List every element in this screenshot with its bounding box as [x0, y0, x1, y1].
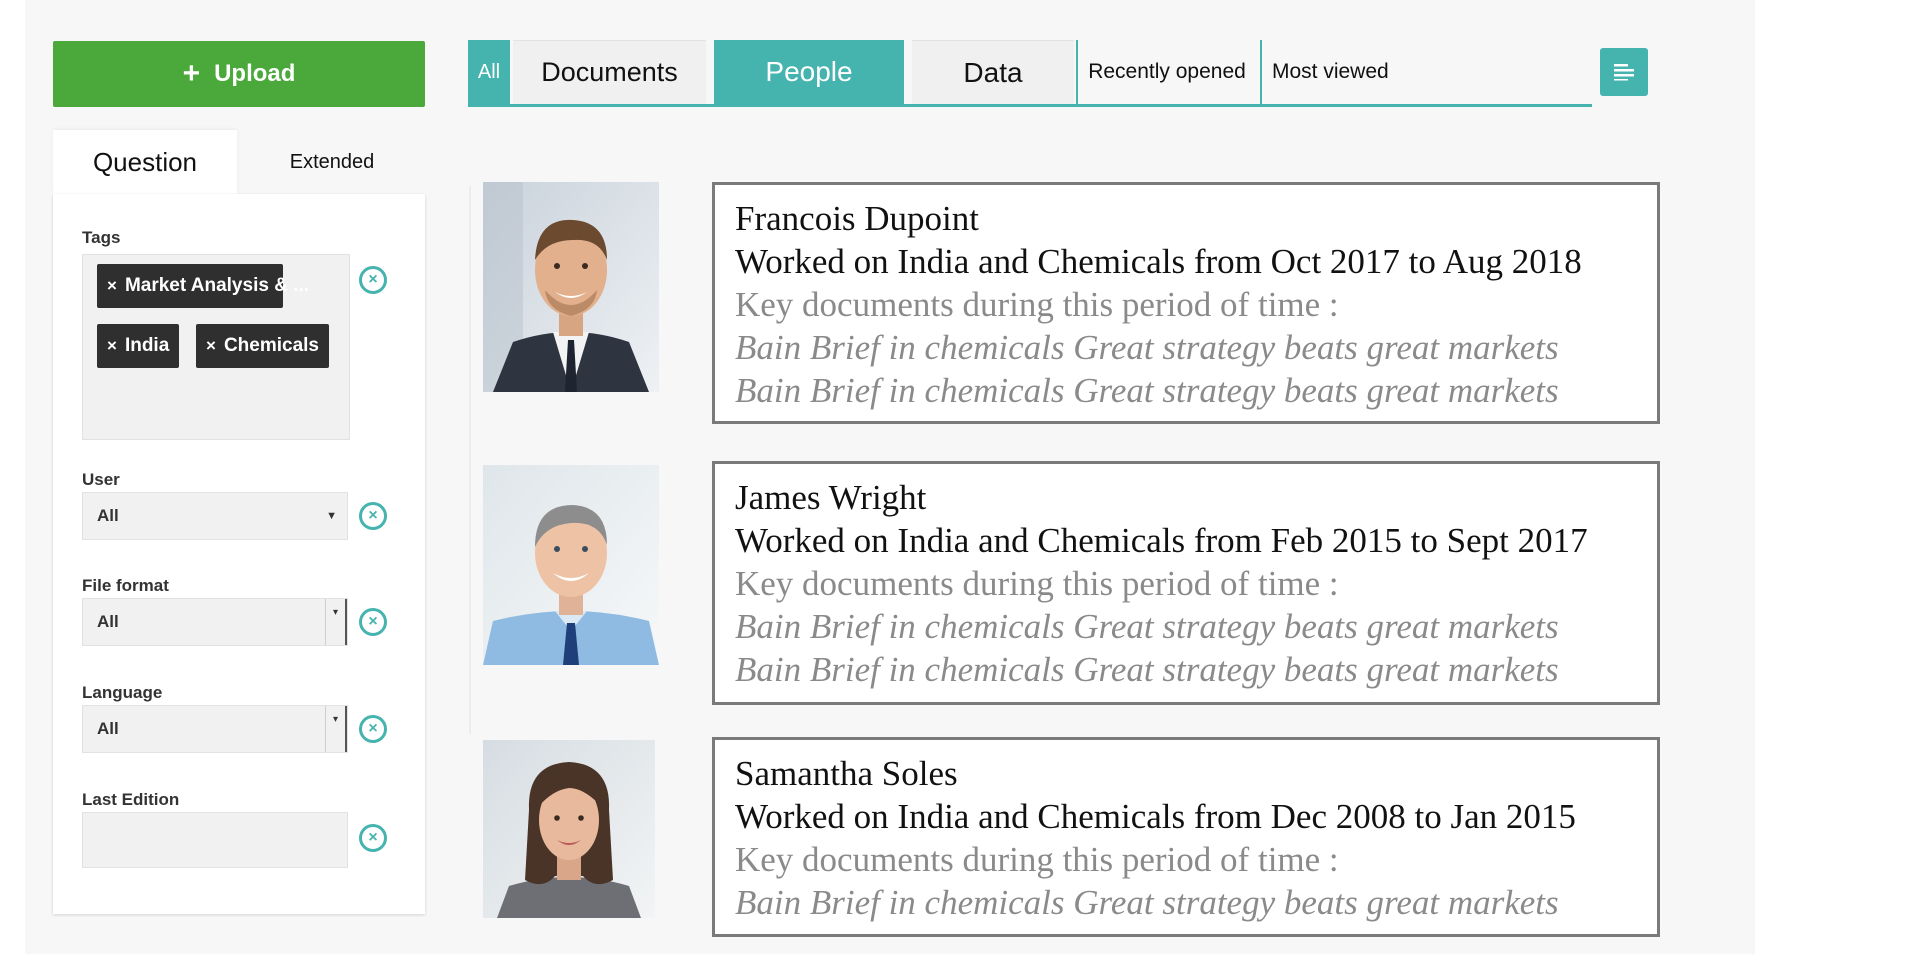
person-work-period: Worked on India and Chemicals from Dec 2…: [735, 797, 1576, 836]
filter-panel: Tags × Market Analysis & ... × India × C…: [53, 194, 425, 914]
key-documents-heading: Key documents during this period of time…: [735, 840, 1339, 879]
dropdown-arrow-icon[interactable]: ▾: [325, 706, 347, 752]
tags-input[interactable]: × Market Analysis & ... × India × Chemic…: [82, 254, 350, 440]
key-document-link[interactable]: Bain Brief in chemicals Great strategy b…: [735, 326, 1637, 369]
person-work-period: Worked on India and Chemicals from Oct 2…: [735, 242, 1582, 281]
person-photo-francois: [483, 182, 659, 392]
person-name[interactable]: Francois Dupoint: [735, 197, 1637, 240]
clear-language-icon[interactable]: ×: [359, 715, 387, 743]
person-name[interactable]: James Wright: [735, 476, 1637, 519]
clear-file-format-icon[interactable]: ×: [359, 608, 387, 636]
user-select-value: All: [97, 506, 119, 525]
key-document-link[interactable]: Bain Brief in chemicals Great strategy b…: [735, 369, 1637, 412]
person-photo-samantha: [483, 740, 655, 918]
tab-people[interactable]: People: [714, 40, 904, 104]
user-label: User: [82, 470, 120, 489]
plus-icon: +: [182, 57, 201, 90]
last-edition-input[interactable]: [82, 812, 348, 868]
person-work-period: Worked on India and Chemicals from Feb 2…: [735, 521, 1588, 560]
upload-button[interactable]: + Upload: [53, 41, 425, 107]
language-select[interactable]: All ▾: [82, 705, 348, 753]
file-format-label: File format: [82, 576, 169, 595]
tab-bar-underline: [468, 104, 1592, 107]
tab-recently-opened[interactable]: Recently opened: [1076, 40, 1256, 104]
upload-label: Upload: [214, 60, 296, 87]
language-select-value: All: [97, 719, 119, 738]
tab-most-viewed[interactable]: Most viewed: [1260, 40, 1400, 104]
clear-user-icon[interactable]: ×: [359, 502, 387, 530]
person-name[interactable]: Samantha Soles: [735, 752, 1637, 795]
dropdown-arrow-icon[interactable]: ▾: [325, 599, 347, 645]
remove-tag-icon[interactable]: ×: [107, 276, 117, 296]
person-card-francois[interactable]: Francois Dupoint Worked on India and Che…: [712, 182, 1660, 424]
clear-last-edition-icon[interactable]: ×: [359, 824, 387, 852]
key-documents-heading: Key documents during this period of time…: [735, 285, 1339, 324]
tag-chip-india: × India: [97, 324, 180, 368]
results-divider: [469, 186, 471, 734]
person-photo-james: [483, 465, 659, 665]
file-format-select[interactable]: All ▾: [82, 598, 348, 646]
tab-documents[interactable]: Documents: [513, 40, 706, 104]
clear-tags-icon[interactable]: ×: [359, 266, 387, 294]
remove-tag-icon[interactable]: ×: [107, 336, 117, 356]
key-document-link[interactable]: Bain Brief in chemicals Great strategy b…: [735, 648, 1637, 691]
language-label: Language: [82, 683, 163, 702]
tab-all[interactable]: All: [468, 40, 510, 104]
tags-label: Tags: [82, 228, 121, 247]
person-card-james[interactable]: James Wright Worked on India and Chemica…: [712, 461, 1660, 705]
last-edition-label: Last Edition: [82, 790, 180, 809]
tag-chip-chemicals: × Chemicals: [196, 324, 329, 368]
file-format-select-value: All: [97, 612, 119, 631]
key-documents-heading: Key documents during this period of time…: [735, 564, 1339, 603]
tab-extended[interactable]: Extended: [240, 130, 424, 194]
tab-question[interactable]: Question: [53, 130, 237, 194]
tag-chip-market-analysis: × Market Analysis & ...: [97, 264, 309, 308]
user-select[interactable]: All ▼: [82, 492, 348, 540]
key-document-link[interactable]: Bain Brief in chemicals Great strategy b…: [735, 605, 1637, 648]
tab-data[interactable]: Data: [912, 40, 1074, 104]
list-view-button[interactable]: [1600, 48, 1648, 96]
tag-label: Chemicals: [223, 335, 319, 356]
remove-tag-icon[interactable]: ×: [206, 336, 216, 356]
chevron-down-icon: ▼: [326, 510, 337, 522]
tag-label: Market Analysis & ...: [124, 275, 310, 296]
tag-label: India: [124, 335, 170, 356]
list-icon: [1614, 64, 1634, 81]
person-card-samantha[interactable]: Samantha Soles Worked on India and Chemi…: [712, 737, 1660, 937]
key-document-link[interactable]: Bain Brief in chemicals Great strategy b…: [735, 881, 1637, 924]
